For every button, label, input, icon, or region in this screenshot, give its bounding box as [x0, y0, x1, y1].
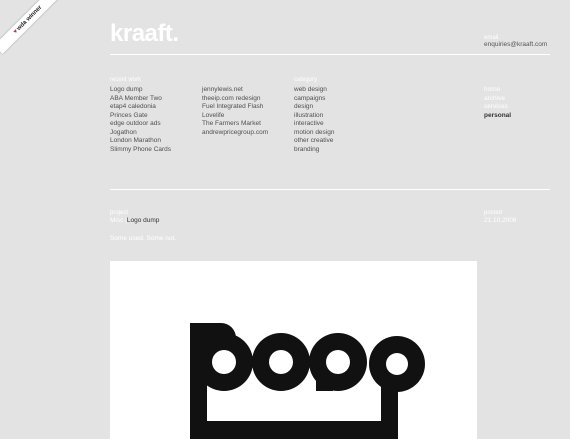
nav-services[interactable]: services: [484, 103, 511, 112]
recent-work-item[interactable]: Lovelife: [202, 112, 268, 121]
recent-work-item[interactable]: jennylewis.net: [202, 86, 268, 95]
recent-work-item[interactable]: Slimmy Phone Cards: [110, 146, 171, 155]
category-item[interactable]: campaigns: [294, 95, 334, 104]
loop-logo-artwork: [190, 323, 425, 439]
recent-work-item[interactable]: theeip.com redesign: [202, 95, 268, 104]
posted-label: posted: [484, 210, 503, 216]
category-item[interactable]: design: [294, 103, 334, 112]
recent-work-item[interactable]: Logo dump: [110, 86, 171, 95]
site-logo[interactable]: kraaft.: [110, 22, 179, 46]
posted-date: 21.10.2008: [484, 217, 517, 224]
recent-work-list-1: Logo dump ABA Member Two etap4 caledonia…: [110, 86, 171, 154]
recent-work-item[interactable]: ABA Member Two: [110, 95, 171, 104]
category-item[interactable]: motion design: [294, 129, 334, 138]
recent-work-item[interactable]: Princes Gate: [110, 112, 171, 121]
recent-work-item[interactable]: Jogathon: [110, 129, 171, 138]
recent-work-item[interactable]: edge outdoor ads: [110, 120, 171, 129]
category-item[interactable]: branding: [294, 146, 334, 155]
category-list: web design campaigns design illustration…: [294, 86, 334, 154]
recent-work-item[interactable]: andrewpricegroup.com: [202, 129, 268, 138]
category-item[interactable]: illustration: [294, 112, 334, 121]
project-title: Logo dump: [126, 217, 160, 224]
recent-work-item[interactable]: etap4 caledonia: [110, 103, 171, 112]
category-item[interactable]: web design: [294, 86, 334, 95]
main-nav: home archive services personal: [484, 86, 511, 120]
header-divider: [110, 54, 550, 55]
nav-home[interactable]: home: [484, 86, 511, 95]
project-label: project: [110, 210, 129, 216]
section-divider: [110, 189, 550, 190]
recent-work-label: recent work: [110, 77, 142, 83]
project-breadcrumb[interactable]: Misc |: [110, 217, 127, 224]
category-item[interactable]: interactive: [294, 120, 334, 129]
category-label: category: [294, 77, 318, 83]
wda-winner-ribbon[interactable]: ♥wda winner: [0, 0, 62, 54]
project-description: Some used. Some not.: [110, 235, 177, 242]
recent-work-item[interactable]: London Marathon: [110, 137, 171, 146]
project-artwork: [110, 261, 477, 439]
category-item[interactable]: other creative: [294, 137, 334, 146]
recent-work-item[interactable]: The Farmers Market: [202, 120, 268, 129]
nav-personal[interactable]: personal: [484, 112, 511, 121]
recent-work-item[interactable]: Fuel Integrated Flash: [202, 103, 268, 112]
nav-archive[interactable]: archive: [484, 95, 511, 104]
recent-work-list-2: jennylewis.net theeip.com redesign Fuel …: [202, 86, 268, 137]
email-link[interactable]: enquiries@kraaft.com: [484, 41, 547, 49]
ribbon-label: wda winner: [15, 4, 44, 33]
project-title-line: Misc |Logo dump: [110, 217, 160, 225]
